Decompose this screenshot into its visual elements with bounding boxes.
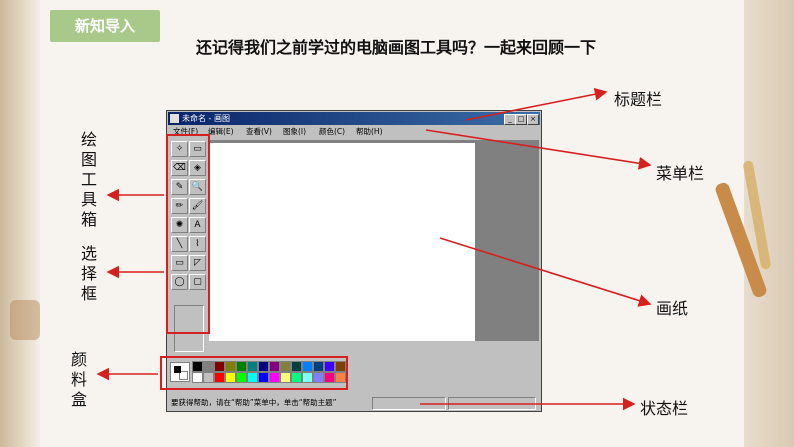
arrow-canvas (439, 237, 652, 307)
annotation-arrows (96, 87, 652, 411)
arrow-title-bar (465, 87, 608, 121)
arrow-menu-bar (425, 129, 652, 170)
